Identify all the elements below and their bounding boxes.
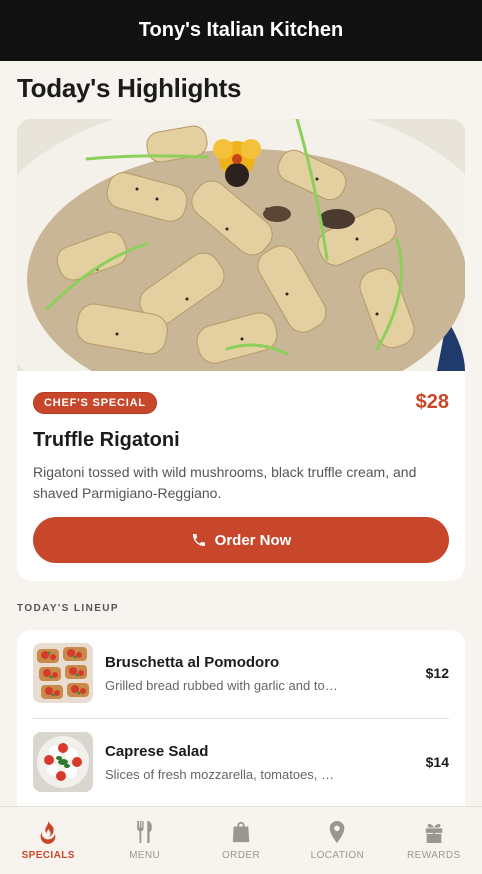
map-pin-icon [330,821,345,843]
main-content[interactable]: Today's Highlights CHEF'S SPECIAL $28 Tr… [0,61,482,806]
tab-label: ORDER [221,850,261,861]
lineup-section-label: TODAY'S LINEUP [17,603,119,614]
lineup-item-name: Bruschetta al Pomodoro [105,654,280,671]
gift-icon [425,823,443,843]
tab-label: REWARDS [407,850,461,861]
tab-label: MENU [129,850,161,861]
lineup-item-description: Slices of fresh mozzarella, tomatoes, an… [105,767,341,782]
chefs-special-badge: CHEF'S SPECIAL [33,392,157,414]
lineup-item-price: $14 [425,754,449,770]
bruschetta-thumbnail [33,643,93,703]
fork-knife-icon [136,821,152,843]
tab-order[interactable]: ORDER [193,807,289,874]
featured-price: $28 [415,391,449,413]
phone-icon [192,534,205,546]
featured-dish-name: Truffle Rigatoni [33,429,180,451]
lineup-item-caprese[interactable]: Caprese Salad Slices of fresh mozzarella… [33,719,449,806]
tab-specials[interactable]: SPECIALS [0,807,96,874]
order-now-label: Order Now [214,531,292,549]
app-title: Tony's Italian Kitchen [138,19,344,41]
lineup-item-name: Caprese Salad [105,743,209,760]
tab-label: SPECIALS [21,850,75,861]
flame-icon [40,821,56,844]
lineup-item-description: Grilled bread rubbed with garlic and top… [105,678,341,693]
lineup-item-bruschetta[interactable]: Bruschetta al Pomodoro Grilled bread rub… [33,630,449,718]
app-header: Tony's Italian Kitchen [0,0,482,61]
featured-dish-description: Rigatoni tossed with wild mushrooms, bla… [33,464,417,501]
tab-menu[interactable]: MENU [96,807,192,874]
tab-label: LOCATION [310,850,365,861]
bottom-tab-bar: SPECIALS MENU ORDER LOCATION REWARDS [0,806,482,874]
shopping-bag-icon [232,821,250,843]
lineup-item-price: $12 [425,665,449,681]
lineup-list: Bruschetta al Pomodoro Grilled bread rub… [17,630,465,806]
tab-location[interactable]: LOCATION [289,807,385,874]
page-title: Today's Highlights [17,73,242,103]
caprese-thumbnail [33,732,93,792]
featured-dish-card[interactable]: CHEF'S SPECIAL $28 Truffle Rigatoni Riga… [17,119,465,581]
tab-rewards[interactable]: REWARDS [386,807,482,874]
order-now-button[interactable]: Order Now [33,517,449,563]
featured-dish-image [17,119,465,371]
